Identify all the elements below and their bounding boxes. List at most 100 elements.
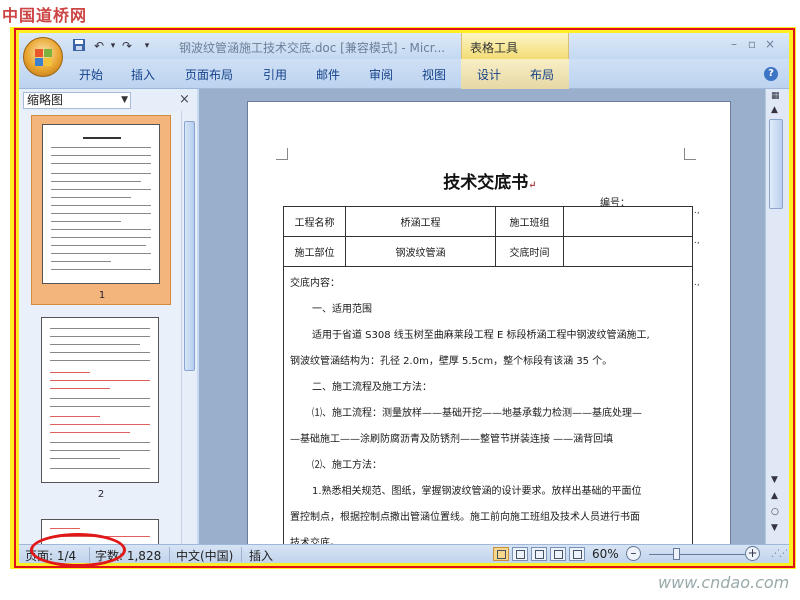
watermark-top: 中国道桥网 xyxy=(2,6,88,25)
annotation-ellipse xyxy=(30,533,126,567)
table-cell[interactable] xyxy=(563,236,693,267)
word-window: ↶ ▾ ↷ ▾ 钢波纹管涵施工技术交底.doc [兼容模式] - Micr...… xyxy=(19,33,789,563)
document-title-text: 技术交底书 xyxy=(443,173,529,193)
tab-references[interactable]: 引用 xyxy=(263,66,287,83)
thumbnail-list: 1 2 xyxy=(19,111,181,544)
scroll-down-icon[interactable]: ▼ xyxy=(771,475,778,485)
select-browse-object-icon[interactable]: ○ xyxy=(771,507,779,517)
document-page[interactable]: 技术交底书↵ 编号： 工程名称 桥涵工程 施工班组 施工部位 钢波纹管涵 交底时… xyxy=(247,101,731,544)
document-scrollbar[interactable]: ▦ ▲ ▼ ▲ ○ ▼ xyxy=(765,89,789,544)
redo-icon[interactable]: ↷ xyxy=(119,38,135,54)
web-layout-view-button[interactable] xyxy=(531,547,547,561)
table-cell[interactable]: 钢波纹管涵 xyxy=(345,236,496,267)
thumbnail-1-number: 1 xyxy=(98,290,106,301)
status-bar: 页面: 1/4 字数: 1,828 中文(中国) 插入 60% – + ⋰⋰ xyxy=(19,544,789,563)
margin-corner-mark xyxy=(684,148,696,160)
content-paragraph: 技术交底。 xyxy=(290,538,340,544)
watermark-bottom: www.cndao.com xyxy=(658,573,790,592)
help-icon[interactable]: ? xyxy=(764,67,778,81)
row-end-mark: ., xyxy=(694,236,700,246)
full-screen-reading-view-button[interactable] xyxy=(512,547,528,561)
office-button[interactable] xyxy=(23,37,63,77)
navigation-pane: 缩略图 ▼ × 1 2 xyxy=(19,89,197,544)
customize-quick-access-icon[interactable]: ▾ xyxy=(139,38,155,54)
thumbnail-page-1[interactable]: 1 xyxy=(31,115,171,305)
table-row: 施工部位 钢波纹管涵 交底时间 xyxy=(283,236,693,267)
next-page-icon[interactable]: ▼ xyxy=(771,523,778,533)
tab-mailings[interactable]: 邮件 xyxy=(316,66,340,83)
ribbon-tabs: 开始 插入 页面布局 引用 邮件 审阅 视图 设计 布局 ? xyxy=(19,59,789,89)
content-paragraph: 置控制点，根据控制点撒出管涵位置线。施工前向施工班组及技术人员进行书面 xyxy=(290,512,640,523)
tab-layout[interactable]: 布局 xyxy=(530,66,554,83)
content-paragraph: —基础施工——涂刷防腐沥青及防锈剂——整管节拼装连接 ——涵背回填 xyxy=(290,434,614,445)
outline-view-button[interactable] xyxy=(550,547,566,561)
handover-table[interactable]: 工程名称 桥涵工程 施工班组 施工部位 钢波纹管涵 交底时间 交底内容： 一、适… xyxy=(283,206,693,544)
thumbnail-scrollbar[interactable] xyxy=(181,111,197,544)
table-cell[interactable]: 施工部位 xyxy=(283,236,346,267)
content-label: 交底内容： xyxy=(290,278,340,289)
table-cell[interactable]: 交底时间 xyxy=(495,236,564,267)
draft-view-button[interactable] xyxy=(569,547,585,561)
content-paragraph: ⑴、施工流程：测量放样——基础开挖——地基承载力检测——基底处理— xyxy=(312,408,642,419)
tab-page-layout[interactable]: 页面布局 xyxy=(185,66,233,83)
tab-insert[interactable]: 插入 xyxy=(131,66,155,83)
nav-pane-header: 缩略图 ▼ × xyxy=(19,89,197,111)
content-paragraph: 适用于省道 S308 线玉树至曲麻莱段工程 E 标段桥涵工程中钢波纹管涵施工, xyxy=(312,330,650,341)
tab-home[interactable]: 开始 xyxy=(79,66,103,83)
thumbnail-2-image xyxy=(41,317,159,483)
chevron-down-icon: ▼ xyxy=(121,95,128,105)
margin-corner-mark xyxy=(276,148,288,160)
table-cell[interactable] xyxy=(563,206,693,237)
document-area: 技术交底书↵ 编号： 工程名称 桥涵工程 施工班组 施工部位 钢波纹管涵 交底时… xyxy=(199,89,765,544)
nav-view-select[interactable]: 缩略图 ▼ xyxy=(23,92,131,109)
insert-mode-status[interactable]: 插入 xyxy=(249,547,273,563)
table-cell[interactable]: 工程名称 xyxy=(283,206,346,237)
zoom-slider-track[interactable] xyxy=(649,554,745,555)
save-icon[interactable] xyxy=(71,38,87,54)
thumbnail-scrollbar-thumb[interactable] xyxy=(184,121,195,371)
close-button[interactable]: × xyxy=(763,37,777,51)
table-row: 交底内容： 一、适用范围适用于省道 S308 线玉树至曲麻莱段工程 E 标段桥涵… xyxy=(283,266,693,544)
zoom-slider-knob[interactable] xyxy=(673,548,680,560)
thumbnail-2-number: 2 xyxy=(97,489,105,500)
zoom-level[interactable]: 60% xyxy=(592,547,619,561)
content-cell[interactable]: 交底内容： 一、适用范围适用于省道 S308 线玉树至曲麻莱段工程 E 标段桥涵… xyxy=(283,266,693,544)
table-tools-context-tab: 表格工具 xyxy=(461,33,569,59)
table-row: 工程名称 桥涵工程 施工班组 xyxy=(283,206,693,237)
row-end-mark: ., xyxy=(694,206,700,216)
content-paragraph: 钢波纹管涵结构为：孔径 2.0m，壁厚 5.5cm，整个标段有该涵 35 个。 xyxy=(290,356,613,367)
tab-design[interactable]: 设计 xyxy=(477,66,501,83)
restore-button[interactable]: ▫ xyxy=(745,37,759,51)
window-title: 钢波纹管涵施工技术交底.doc [兼容模式] - Micr... xyxy=(179,41,446,55)
tab-review[interactable]: 审阅 xyxy=(369,66,393,83)
print-layout-view-button[interactable] xyxy=(493,547,509,561)
content-paragraph: 一、适用范围 xyxy=(312,304,372,315)
document-scrollbar-thumb[interactable] xyxy=(769,119,783,209)
resize-grip-icon[interactable]: ⋰⋰ xyxy=(771,549,788,559)
content-paragraph: 二、施工流程及施工方法： xyxy=(312,382,432,393)
previous-page-icon[interactable]: ▲ xyxy=(771,491,778,501)
zoom-in-button[interactable]: + xyxy=(745,546,760,561)
nav-pane-close-button[interactable]: × xyxy=(179,92,190,107)
thumbnail-1-image xyxy=(42,124,160,284)
document-title: 技术交底书↵ xyxy=(248,168,732,193)
status-separator xyxy=(169,547,170,562)
thumbnail-page-2[interactable]: 2 xyxy=(31,317,171,507)
ruler-toggle-icon[interactable]: ▦ xyxy=(771,91,780,101)
table-cell[interactable]: 施工班组 xyxy=(495,206,564,237)
language-status[interactable]: 中文(中国) xyxy=(176,547,233,563)
minimize-button[interactable]: – xyxy=(727,37,741,51)
zoom-out-button[interactable]: – xyxy=(626,546,641,561)
row-end-mark: ., xyxy=(694,278,700,288)
table-cell[interactable]: 桥涵工程 xyxy=(345,206,496,237)
content-paragraph: ⑵、施工方法： xyxy=(312,460,382,471)
nav-view-select-value: 缩略图 xyxy=(27,93,64,107)
office-logo-icon xyxy=(35,49,53,67)
tab-view[interactable]: 视图 xyxy=(422,66,446,83)
content-paragraphs: 一、适用范围适用于省道 S308 线玉树至曲麻莱段工程 E 标段桥涵工程中钢波纹… xyxy=(290,297,686,544)
context-tab-label: 表格工具 xyxy=(470,41,519,55)
content-paragraph: 1.熟悉相关规范、图纸，掌握钢波纹管涵的设计要求。放样出基础的平面位 xyxy=(312,486,642,497)
title-bar: ↶ ▾ ↷ ▾ 钢波纹管涵施工技术交底.doc [兼容模式] - Micr...… xyxy=(19,33,789,59)
status-separator xyxy=(241,547,242,562)
scroll-up-icon[interactable]: ▲ xyxy=(771,105,778,115)
